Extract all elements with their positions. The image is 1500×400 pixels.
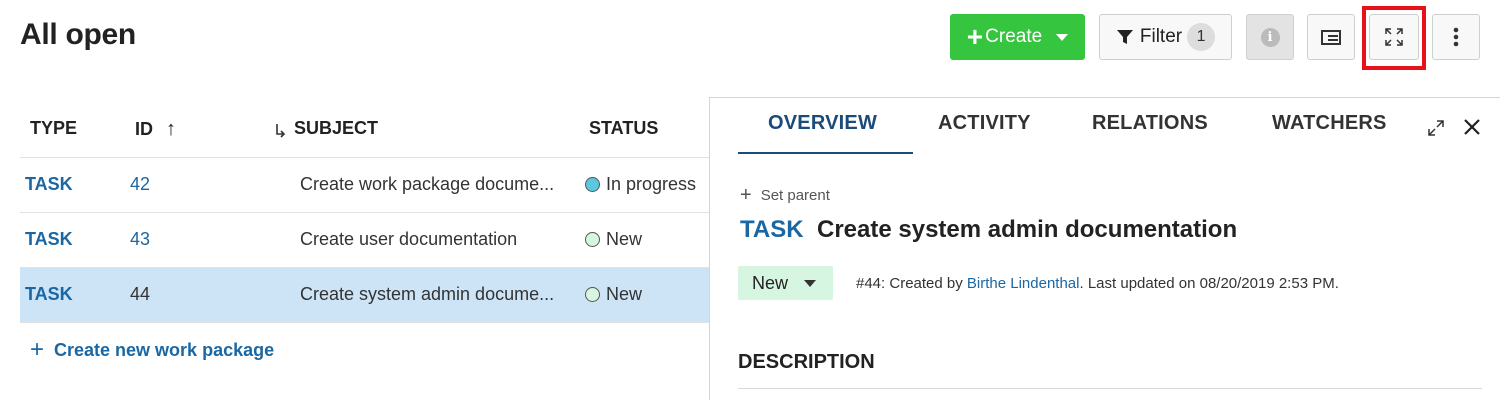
work-package-subject[interactable]: Create system admin documentation (817, 216, 1237, 244)
status-dot-icon (585, 177, 600, 192)
plus-icon: + (740, 184, 752, 206)
tab-watchers[interactable]: WATCHERS (1272, 112, 1387, 135)
sort-arrow-icon: ↑ (166, 118, 177, 140)
create-link-label: Create new work package (54, 339, 275, 360)
work-package-meta: #44: Created by Birthe Lindenthal. Last … (856, 275, 1339, 292)
row-id[interactable]: 44 (130, 284, 150, 305)
dropdown-caret-icon (804, 279, 817, 287)
row-id[interactable]: 43 (130, 229, 150, 250)
meta-prefix: #44: Created by (856, 275, 967, 292)
table-row[interactable]: TASK 42 Create work package docume... In… (20, 158, 710, 213)
split-view-button[interactable] (1307, 14, 1355, 60)
create-button-label: Create (985, 26, 1043, 47)
column-header-id-label: ID (135, 119, 153, 139)
column-header-status[interactable]: STATUS (589, 118, 658, 139)
row-id[interactable]: 42 (130, 174, 150, 195)
highlight-box (1362, 6, 1426, 70)
status-dot-icon (585, 287, 600, 302)
author-link[interactable]: Birthe Lindenthal (967, 275, 1080, 292)
create-new-work-package-link[interactable]: + Create new work package (30, 338, 274, 362)
work-package-type[interactable]: TASK (740, 216, 804, 244)
more-actions-button[interactable] (1432, 14, 1480, 60)
table-row[interactable]: TASK 43 Create user documentation New (20, 213, 710, 268)
plus-icon: + (966, 21, 984, 52)
meta-suffix: . Last updated on 08/20/2019 2:53 PM. (1079, 275, 1339, 292)
tab-relations[interactable]: RELATIONS (1092, 112, 1208, 135)
set-parent-link[interactable]: + Set parent (740, 185, 830, 205)
close-icon[interactable] (1463, 118, 1481, 136)
hierarchy-icon[interactable] (274, 122, 286, 138)
filter-funnel-icon (1116, 30, 1133, 44)
row-type[interactable]: TASK (25, 284, 73, 305)
row-subject: Create work package docume... (300, 174, 555, 194)
status-dropdown[interactable]: New (738, 266, 833, 300)
status-dot-icon (585, 232, 600, 247)
table-row-selected[interactable]: TASK 44 Create system admin docume... Ne… (20, 268, 710, 323)
info-button[interactable]: i (1246, 14, 1294, 60)
dropdown-caret-icon (1056, 33, 1069, 41)
divider (738, 388, 1482, 389)
filter-button[interactable]: Filter 1 (1099, 14, 1232, 60)
row-status[interactable]: New (585, 284, 642, 305)
details-panel: OVERVIEW ACTIVITY RELATIONS WATCHERS + S… (709, 97, 1500, 400)
set-parent-label: Set parent (760, 186, 830, 204)
column-header-subject[interactable]: SUBJECT (294, 118, 378, 139)
row-type[interactable]: TASK (25, 174, 73, 195)
tab-overview[interactable]: OVERVIEW (768, 112, 877, 135)
status-dropdown-label: New (752, 272, 789, 293)
table-header: TYPE ID ↑ SUBJECT STATUS (20, 100, 710, 158)
info-icon: i (1260, 27, 1280, 47)
row-subject: Create user documentation (300, 229, 518, 249)
description-heading: DESCRIPTION (738, 351, 875, 373)
active-tab-underline (738, 152, 913, 154)
row-status[interactable]: New (585, 229, 642, 250)
expand-icon[interactable] (1426, 118, 1446, 138)
row-type[interactable]: TASK (25, 229, 73, 250)
more-vertical-icon (1453, 27, 1459, 47)
column-header-id[interactable]: ID ↑ (135, 118, 176, 141)
split-view-icon (1321, 30, 1341, 45)
column-header-type[interactable]: TYPE (30, 118, 77, 139)
page-title: All open (20, 18, 136, 51)
tab-activity[interactable]: ACTIVITY (938, 112, 1031, 135)
row-status[interactable]: In progress (585, 174, 696, 195)
row-subject: Create system admin docume... (300, 284, 555, 304)
row-status-label: In progress (606, 174, 697, 194)
filter-button-label: Filter (1139, 26, 1183, 47)
row-status-label: New (606, 284, 643, 304)
create-button[interactable]: + Create (950, 14, 1085, 60)
row-status-label: New (606, 229, 643, 249)
filter-count-badge: 1 (1187, 23, 1216, 51)
plus-icon: + (30, 336, 45, 363)
